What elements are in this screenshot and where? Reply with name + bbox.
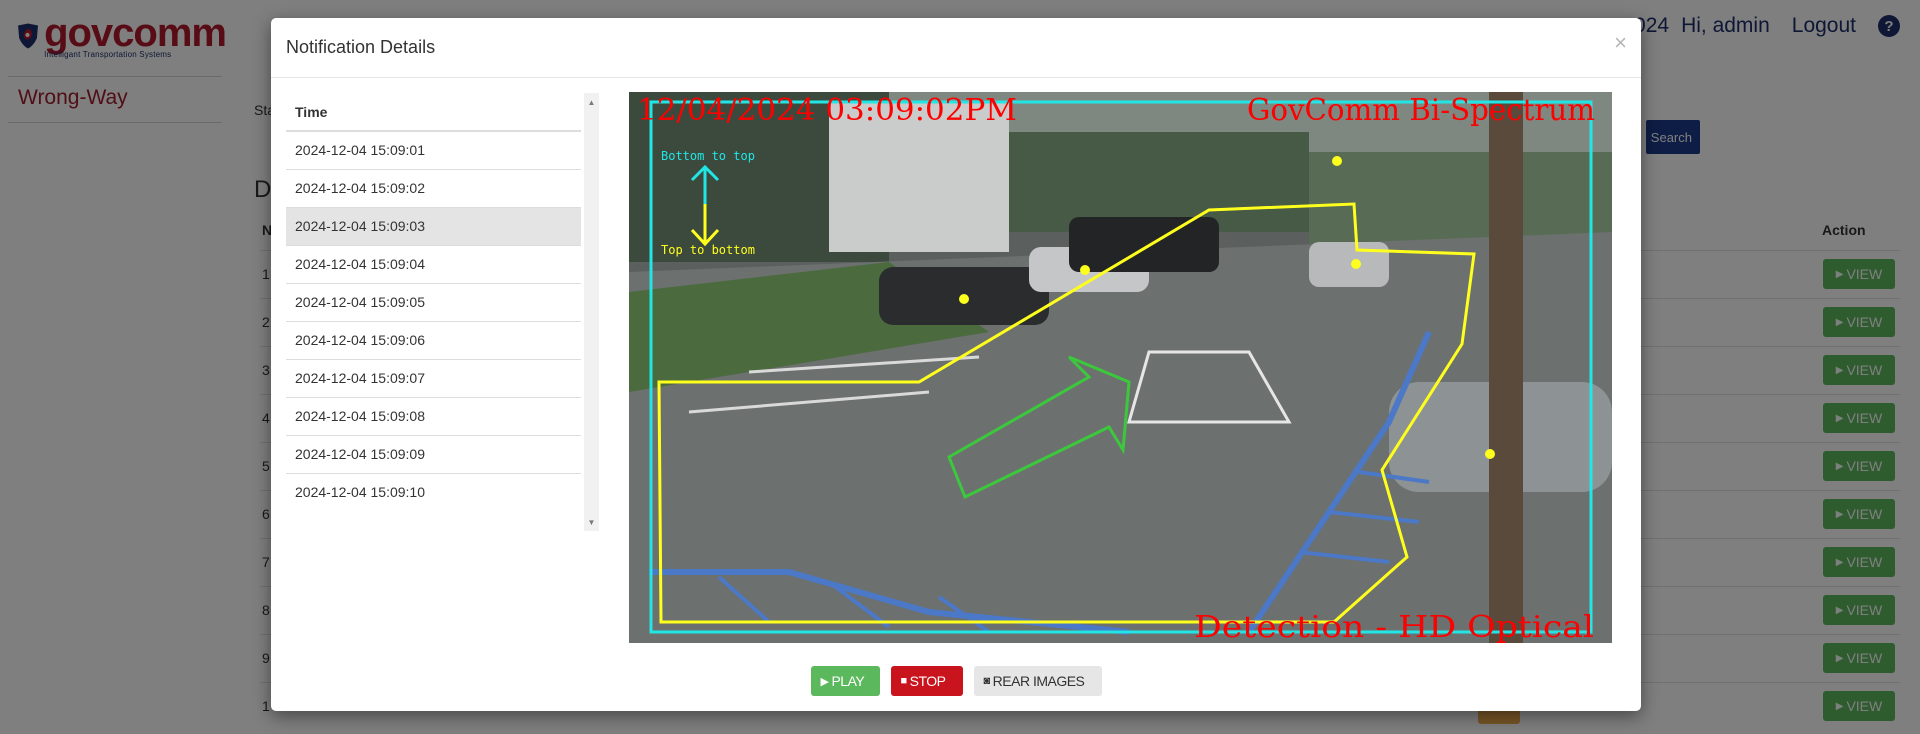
time-cell[interactable]: 2024-12-04 15:09:10: [286, 472, 581, 511]
time-cell[interactable]: 2024-12-04 15:09:08: [286, 396, 581, 435]
stop-button[interactable]: ■ STOP: [890, 666, 963, 696]
car-silver-far: [1309, 242, 1389, 287]
time-cell[interactable]: 2024-12-04 15:09:05: [286, 282, 581, 321]
table-row[interactable]: 2024-12-04 15:09:02: [286, 168, 581, 207]
scroll-down-arrow-icon[interactable]: ▼: [584, 515, 599, 529]
table-row[interactable]: 2024-12-04 15:09:08: [286, 396, 581, 435]
scroll-up-arrow-icon[interactable]: ▲: [584, 95, 599, 109]
rear-images-button[interactable]: ◙ REAR IMAGES: [973, 666, 1102, 696]
table-row[interactable]: 2024-12-04 15:09:01: [286, 130, 581, 169]
table-row[interactable]: 2024-12-04 15:09:09: [286, 434, 581, 473]
direction-down-label: Top to bottom: [661, 243, 755, 257]
modal-title: Notification Details: [286, 37, 436, 57]
table-row[interactable]: 2024-12-04 15:09:06: [286, 320, 581, 359]
playback-controls: ▶ PLAY ■ STOP ◙ REAR IMAGES: [271, 666, 1641, 696]
time-cell[interactable]: 2024-12-04 15:09:06: [286, 320, 581, 359]
table-row[interactable]: 2024-12-04 15:09:04: [286, 244, 581, 283]
camera-snapshot: Bottom to top Top to bottom 12/04/2024 0…: [629, 92, 1612, 643]
van-black: [1069, 217, 1219, 272]
stop-icon: ■: [900, 675, 908, 687]
time-table: Time 2024-12-04 15:09:01 2024-12-04 15:0…: [286, 93, 581, 511]
modal-header: Notification Details ×: [271, 18, 1641, 78]
close-icon[interactable]: ×: [1614, 30, 1627, 56]
time-cell[interactable]: 2024-12-04 15:09:09: [286, 434, 581, 473]
table-row[interactable]: 2024-12-04 15:09:05: [286, 282, 581, 321]
scrollbar[interactable]: ▲ ▼: [584, 93, 599, 531]
play-button[interactable]: ▶ PLAY: [810, 666, 880, 696]
table-row-selected[interactable]: 2024-12-04 15:09:03: [286, 206, 581, 245]
camera-timestamp: 12/04/2024 03:09:02PM: [637, 93, 1017, 128]
time-cell[interactable]: 2024-12-04 15:09:07: [286, 358, 581, 397]
stop-label: STOP: [909, 673, 946, 689]
time-cell[interactable]: 2024-12-04 15:09:04: [286, 244, 581, 283]
camera-icon: ◙: [983, 675, 991, 687]
camera-scene: Bottom to top Top to bottom 12/04/2024 0…: [629, 92, 1612, 643]
notification-modal: Notification Details × Time 2024-12-04 1…: [271, 18, 1641, 711]
tracking-dot: [1080, 265, 1090, 275]
time-cell[interactable]: 2024-12-04 15:09:02: [286, 168, 581, 207]
time-list-panel[interactable]: Time 2024-12-04 15:09:01 2024-12-04 15:0…: [286, 93, 599, 531]
column-header-time: Time: [286, 93, 581, 132]
tracking-dot: [1351, 259, 1361, 269]
play-icon: ▶: [820, 675, 829, 688]
detection-label: Detection - HD Optical: [1194, 610, 1594, 643]
tracking-dot: [959, 294, 969, 304]
palm-trunk: [1489, 92, 1523, 643]
play-label: PLAY: [831, 673, 865, 689]
tracking-dot: [1485, 449, 1495, 459]
tracking-dot: [1332, 156, 1342, 166]
rear-images-label: REAR IMAGES: [992, 673, 1085, 689]
direction-up-label: Bottom to top: [661, 149, 755, 163]
time-cell[interactable]: 2024-12-04 15:09:03: [286, 206, 581, 245]
table-row[interactable]: 2024-12-04 15:09:07: [286, 358, 581, 397]
table-row[interactable]: 2024-12-04 15:09:10: [286, 472, 581, 511]
time-cell[interactable]: 2024-12-04 15:09:01: [286, 130, 581, 169]
camera-name: GovComm Bi-Spectrum: [1247, 93, 1595, 128]
